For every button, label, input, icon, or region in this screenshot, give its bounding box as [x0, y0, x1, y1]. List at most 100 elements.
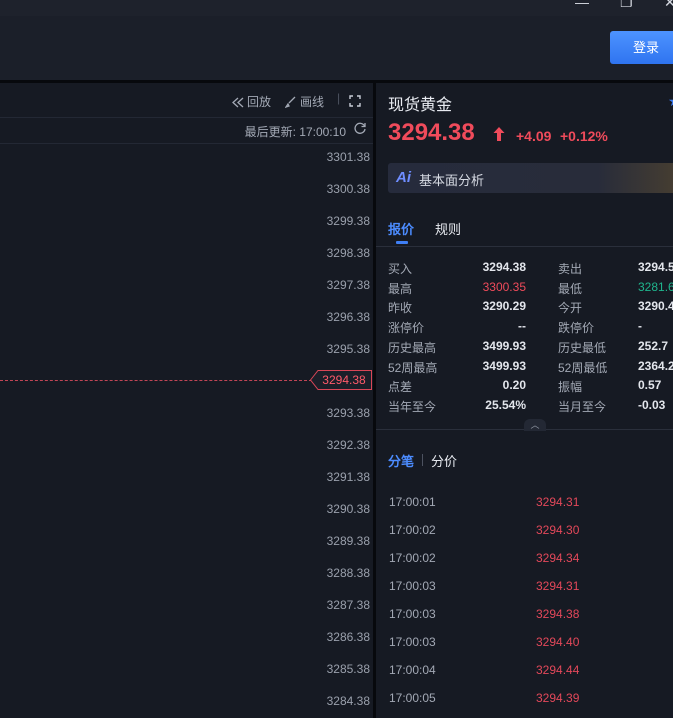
quote-value: -0.03	[638, 397, 666, 412]
rewind-icon	[232, 97, 244, 108]
minimize-icon[interactable]: —	[575, 0, 589, 10]
trade-time: 17:00:01	[389, 470, 436, 473]
trade-row: 17:00:02 3294.30	[389, 523, 669, 543]
current-price-line	[0, 380, 312, 381]
quote-value: 3294.5	[638, 260, 673, 274]
app-header: 登录	[0, 16, 673, 80]
quote-label: 昨收	[388, 301, 413, 316]
collapse-chevron-icon[interactable]: ︿	[524, 419, 546, 431]
trade-time: 17:00:05	[389, 691, 436, 705]
price-tick-label: 3292.38	[326, 438, 370, 452]
ai-analysis-banner[interactable]: Ai 基本面分析	[388, 163, 673, 193]
quote-label: 点差	[388, 380, 413, 395]
price-tick-label: 3299.38	[326, 214, 370, 228]
price-tick-label: 3293.38	[326, 406, 370, 420]
quote-row: 52周最高 3499.93 52周最低 2364.2	[388, 359, 673, 379]
quote-label: 历史最低	[558, 340, 607, 355]
price-tick-label: 3287.38	[326, 598, 370, 612]
fullscreen-icon[interactable]	[349, 94, 364, 108]
quote-label: 历史最高	[388, 340, 437, 355]
trade-price: 3294.30	[536, 523, 580, 537]
trade-price: 3294.40	[536, 635, 580, 649]
price-tick-label: 3290.38	[326, 502, 370, 516]
divider	[376, 246, 673, 247]
price-change-percent: +0.12%	[560, 128, 608, 144]
quote-label: 买入	[388, 262, 413, 276]
chart-divider	[0, 117, 373, 118]
trade-price: 3294.34	[536, 551, 580, 565]
quote-row: 最高 3300.35 最低 3281.6	[388, 280, 673, 300]
price-tick-label: 3288.38	[326, 566, 370, 580]
price-tick-label: 3298.38	[326, 246, 370, 260]
quote-value: 2364.2	[638, 358, 673, 373]
price-tick-label: 3284.38	[326, 694, 370, 708]
up-arrow-icon	[493, 127, 505, 144]
quote-label: 振幅	[558, 380, 583, 395]
replay-button[interactable]: 回放	[232, 93, 271, 110]
current-price-tag: 3294.38	[310, 370, 372, 390]
quote-row: 涨停价 -- 跌停价 -	[388, 319, 673, 339]
trade-time: 17:00:03	[389, 607, 436, 621]
quote-value: 3290.4	[638, 299, 673, 314]
price-tick-label: 3285.38	[326, 662, 370, 676]
trade-row: 17:00:03 3294.38	[389, 607, 669, 627]
quote-row: 点差 0.20 振幅 0.57	[388, 378, 673, 398]
trade-time: 17:00:01	[389, 495, 436, 509]
price-tick-label: 3286.38	[326, 630, 370, 644]
tab-minute-price[interactable]: 分价	[431, 451, 457, 470]
trade-row: 17:00:03 3294.40	[389, 635, 669, 655]
price-tick-label: 3300.38	[326, 182, 370, 196]
chart-divider	[0, 143, 373, 144]
ai-logo-icon: Ai	[396, 169, 411, 186]
brush-icon	[284, 96, 296, 109]
quote-value: 3294.38	[482, 260, 526, 274]
close-icon[interactable]: ✕	[664, 0, 673, 11]
replay-label: 回放	[247, 95, 272, 109]
restore-icon[interactable]: ❐	[620, 0, 633, 11]
price-chart-panel[interactable]: 回放 画线 | 最后更新: 17:00:10 3301.38 3300.38 329…	[0, 83, 373, 718]
price-tick-label: 3289.38	[326, 534, 370, 548]
tab-separator	[422, 454, 423, 466]
trade-time: 17:00:03	[389, 579, 436, 593]
trade-price: 3294.44	[536, 663, 580, 677]
quote-value: 3499.93	[482, 338, 526, 353]
trade-row: 17:00:05 3294.39	[389, 691, 669, 711]
quote-value: -	[638, 319, 642, 334]
quote-label: 今开	[558, 301, 583, 316]
trade-time: 17:00:02	[389, 523, 436, 537]
partial-trade-row: 17:00:01 3294.31	[389, 470, 669, 478]
quote-value: 25.54%	[485, 397, 526, 412]
price-tick-label: 3291.38	[326, 470, 370, 484]
quote-row: 历史最高 3499.93 历史最低 252.7	[388, 339, 673, 359]
quote-value: 3290.29	[482, 299, 526, 314]
tab-quote[interactable]: 报价	[388, 219, 414, 238]
quote-label: 跌停价	[558, 321, 595, 336]
draw-line-button[interactable]: 画线	[284, 93, 324, 110]
quote-label: 当月至今	[558, 399, 607, 414]
trade-row: 17:00:03 3294.31	[389, 579, 669, 599]
quote-row: 昨收 3290.29 今开 3290.4	[388, 299, 673, 319]
price-change: +4.09	[516, 128, 552, 144]
quote-label: 52周最低	[558, 360, 608, 375]
last-update-text: 最后更新: 17:00:10	[244, 125, 346, 139]
quote-value: 0.57	[638, 378, 662, 393]
price-tick-label: 3297.38	[326, 278, 370, 292]
trade-price: 3294.31	[536, 579, 580, 593]
price-tick-label: 3295.38	[326, 342, 370, 356]
trade-price: 3294.38	[536, 607, 580, 621]
favorite-star-icon[interactable]: ★	[668, 93, 673, 110]
trade-row: 17:00:04 3294.44	[389, 663, 669, 683]
ai-analysis-label: 基本面分析	[419, 173, 485, 188]
trade-time: 17:00:02	[389, 551, 436, 565]
tab-rules[interactable]: 规则	[435, 219, 461, 238]
refresh-icon[interactable]	[353, 121, 367, 138]
price-tick-label: 3301.38	[326, 150, 370, 164]
quote-label: 最高	[388, 281, 413, 296]
quote-label: 52周最高	[388, 360, 438, 375]
quote-row: 当年至今 25.54% 当月至今 -0.03	[388, 398, 673, 418]
window-titlebar: — ❐ ✕	[0, 0, 673, 16]
quote-value: 3499.93	[482, 358, 526, 373]
login-button[interactable]: 登录	[610, 31, 673, 64]
tab-ticks[interactable]: 分笔	[388, 451, 414, 470]
quote-value: 3300.35	[482, 279, 526, 294]
